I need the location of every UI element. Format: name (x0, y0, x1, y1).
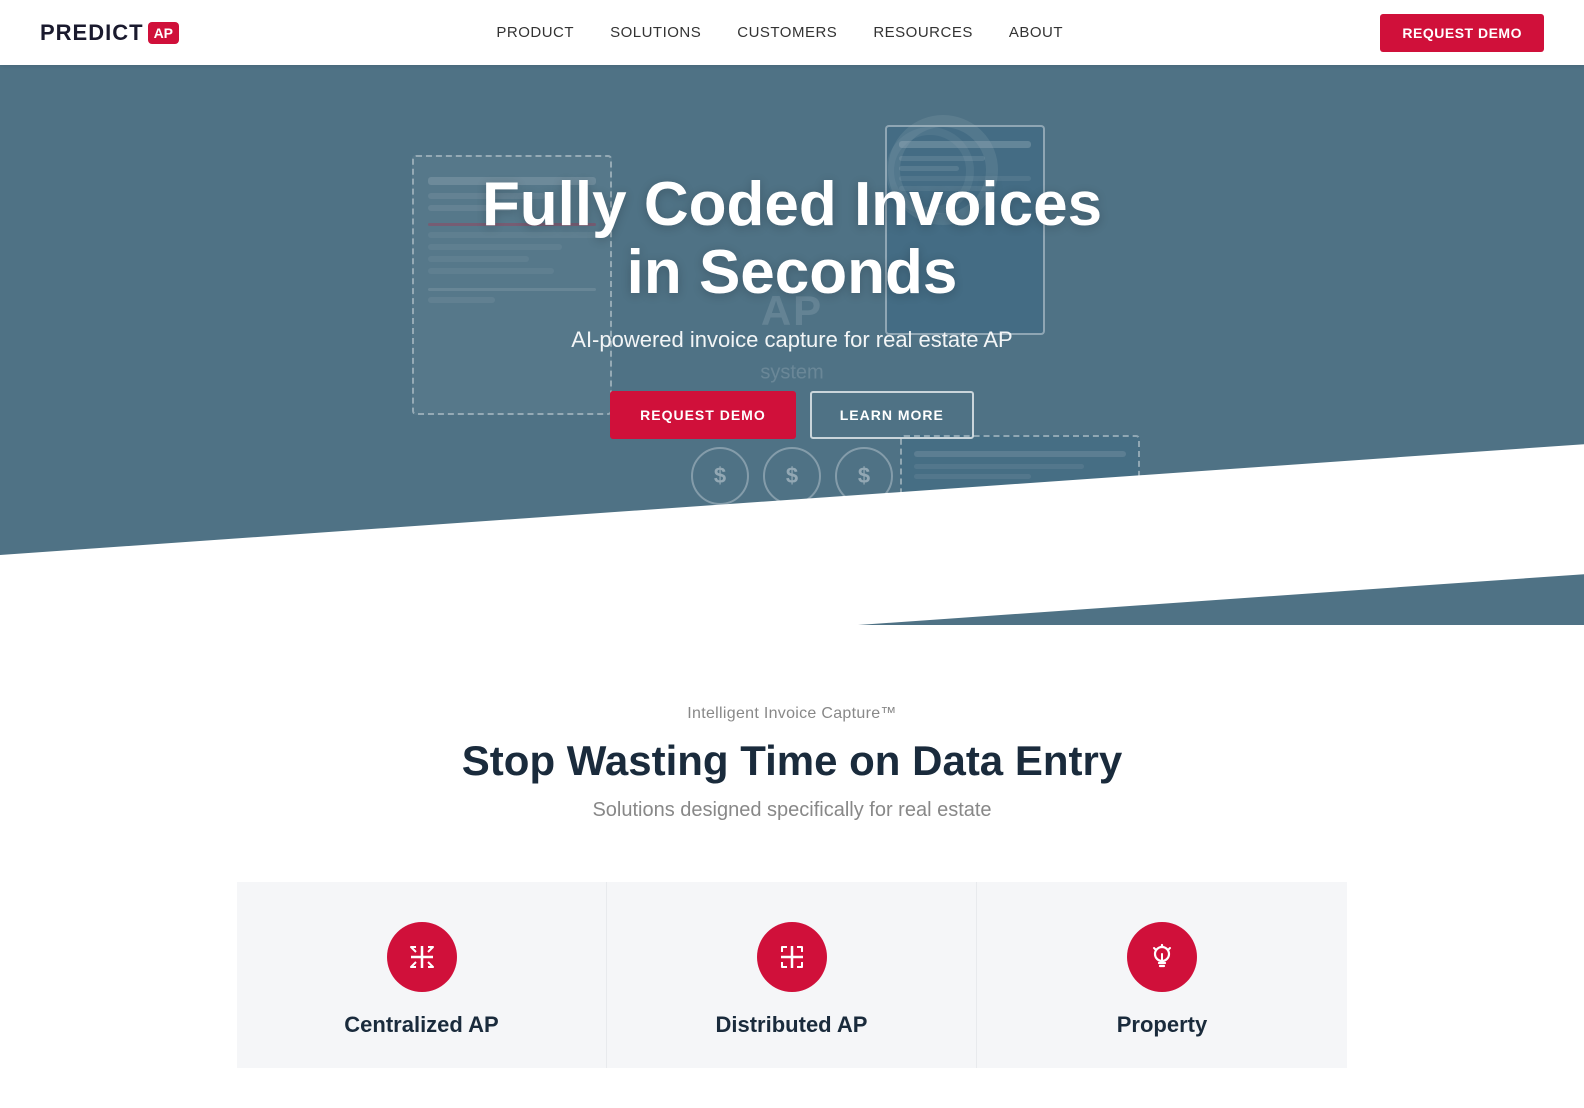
hero-content: Fully Coded Invoices in Seconds AI-power… (462, 111, 1122, 579)
nav-item-solutions[interactable]: SOLUTIONS (610, 24, 701, 42)
middle-section: Intelligent Invoice Capture™ Stop Wastin… (0, 625, 1584, 1108)
hero-demo-button[interactable]: REQUEST DEMO (610, 391, 796, 439)
nav-link-about[interactable]: ABOUT (1009, 24, 1063, 41)
section-label: Intelligent Invoice Capture™ (40, 705, 1544, 723)
nav-item-customers[interactable]: CUSTOMERS (737, 24, 837, 42)
logo-badge: AP (148, 22, 179, 44)
nav-item-product[interactable]: PRODUCT (496, 24, 574, 42)
nav-link-solutions[interactable]: SOLUTIONS (610, 24, 701, 41)
card-distributed-ap: Distributed AP (607, 882, 977, 1068)
nav-item-resources[interactable]: RESOURCES (873, 24, 973, 42)
hero-subtitle: AI-powered invoice capture for real esta… (482, 327, 1102, 353)
card-property: Property (977, 882, 1347, 1068)
nav-link-resources[interactable]: RESOURCES (873, 24, 973, 41)
hero-learn-button[interactable]: LEARN MORE (810, 391, 974, 439)
section-title: Stop Wasting Time on Data Entry (40, 737, 1544, 785)
request-demo-nav-button[interactable]: REQUEST DEMO (1380, 14, 1544, 52)
navbar: PREDICT AP PRODUCT SOLUTIONS CUSTOMERS R… (0, 0, 1584, 65)
nav-item-about[interactable]: ABOUT (1009, 24, 1063, 42)
expand-icon (776, 941, 808, 973)
card-title-centralized: Centralized AP (267, 1012, 576, 1038)
nav-links: PRODUCT SOLUTIONS CUSTOMERS RESOURCES AB… (496, 24, 1063, 42)
hero-title-line1: Fully Coded Invoices (482, 170, 1102, 239)
centralized-ap-icon (387, 922, 457, 992)
property-icon (1127, 922, 1197, 992)
card-centralized-ap: Centralized AP (237, 882, 607, 1068)
card-title-distributed: Distributed AP (637, 1012, 946, 1038)
logo-text: PREDICT (40, 20, 144, 46)
nav-link-customers[interactable]: CUSTOMERS (737, 24, 837, 41)
hero-section: AP system $ $ $ Fully Coded Invoices in … (0, 65, 1584, 625)
lightbulb-icon (1146, 941, 1178, 973)
hero-title: Fully Coded Invoices in Seconds (482, 171, 1102, 307)
logo[interactable]: PREDICT AP (40, 20, 179, 46)
hero-title-line2: in Seconds (627, 238, 958, 307)
card-title-property: Property (1007, 1012, 1317, 1038)
distributed-ap-icon (757, 922, 827, 992)
collapse-icon (406, 941, 438, 973)
hero-buttons: REQUEST DEMO LEARN MORE (482, 391, 1102, 439)
nav-link-product[interactable]: PRODUCT (496, 24, 574, 41)
section-description: Solutions designed specifically for real… (40, 799, 1544, 822)
cards-row: Centralized AP Distributed AP (40, 882, 1544, 1068)
